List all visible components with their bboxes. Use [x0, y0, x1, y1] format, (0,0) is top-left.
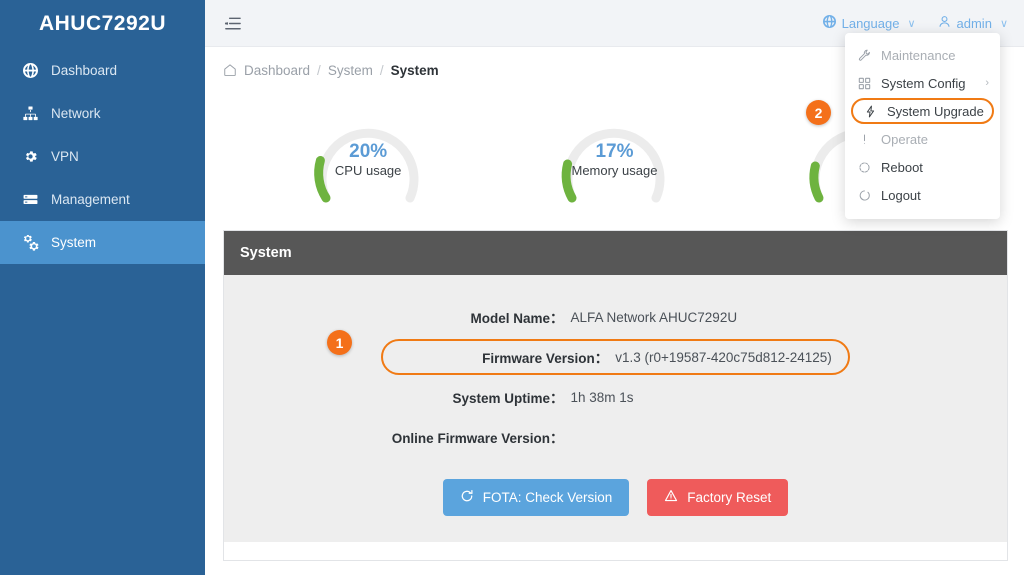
topbar-actions: Language ∨ admin ∨ [822, 15, 1008, 31]
refresh-icon [460, 489, 474, 506]
panel-body: Model Name： ALFA Network AHUC7292U Firmw… [224, 275, 1007, 542]
online-firmware-version-label: Online Firmware Version： [391, 431, 564, 446]
sitemap-icon [22, 105, 39, 122]
globe-icon [22, 62, 39, 79]
firmware-version-highlight: Firmware Version： v1.3 (r0+19587-420c75d… [381, 339, 850, 375]
firmware-version-label: Firmware Version： [482, 351, 609, 366]
gauge-cpu-usage: 20% CPU usage [306, 94, 430, 212]
gauge-text: 20% CPU usage [335, 140, 401, 181]
language-selector[interactable]: Language ∨ [822, 15, 916, 31]
gauge-label: CPU usage [334, 163, 402, 179]
menu-group-maintenance: Maintenance [845, 41, 1000, 69]
gauge-memory-usage: 17% Memory usage [552, 94, 676, 212]
app-root: AHUC7292U Dashboard Network VPN Manageme… [0, 0, 1024, 575]
home-icon [223, 63, 237, 77]
breadcrumb-separator: / [317, 62, 321, 78]
menu-item-label: System Config [881, 75, 966, 91]
menu-item-label: Logout [881, 187, 921, 203]
sidebar-item-label: System [51, 235, 97, 250]
system-panel: System Model Name： ALFA Network AHUC7292… [223, 230, 1008, 561]
breadcrumb-item-current: System [390, 62, 439, 78]
menu-item-label: System Upgrade [887, 103, 984, 119]
annotation-badge-2: 2 [806, 100, 831, 125]
menu-item-label: Maintenance [881, 47, 956, 63]
sidebar-item-dashboard[interactable]: Dashboard [0, 49, 205, 92]
panel-title: System [224, 231, 1007, 275]
collapse-menu-icon[interactable] [219, 10, 245, 36]
gear-icon [22, 148, 39, 165]
system-uptime-value: 1h 38m 1s [570, 389, 634, 405]
fota-check-version-button[interactable]: FOTA: Check Version [442, 479, 630, 516]
breadcrumb-item-dashboard[interactable]: Dashboard [244, 63, 310, 78]
gauge-text: 17% Memory usage [571, 140, 657, 181]
online-firmware-version-row: Online Firmware Version： [224, 417, 1007, 457]
sidebar-item-label: Network [51, 106, 101, 121]
breadcrumb-separator: / [379, 62, 384, 78]
system-uptime-row: System Uptime： 1h 38m 1s [224, 377, 1007, 417]
user-icon [938, 15, 951, 31]
system-panel-wrapper: System Model Name： ALFA Network AHUC7292… [205, 218, 1024, 561]
server-icon [22, 191, 39, 208]
main-content: Language ∨ admin ∨ Dashboard / System / … [205, 0, 1024, 575]
system-uptime-label: System Uptime： [452, 391, 564, 406]
user-menu[interactable]: admin ∨ [938, 15, 1008, 31]
menu-item-logout[interactable]: Logout [845, 181, 1000, 209]
sidebar-item-system[interactable]: System [0, 221, 205, 264]
chevron-down-icon: ∨ [999, 17, 1008, 30]
chevron-right-icon: › [985, 77, 989, 89]
sidebar-item-label: Management [51, 192, 130, 207]
sidebar-item-network[interactable]: Network [0, 92, 205, 135]
user-dropdown-menu: Maintenance System Config › System Upgra… [845, 33, 1000, 219]
panel-button-row: FOTA: Check Version Factory Reset [224, 457, 1007, 542]
sidebar-item-vpn[interactable]: VPN [0, 135, 205, 178]
firmware-version-value: v1.3 (r0+19587-420c75d812-24125) [615, 349, 832, 365]
panel-footer [224, 542, 1007, 560]
button-label: FOTA: Check Version [482, 490, 613, 505]
language-label: Language [841, 15, 900, 31]
menu-item-reboot[interactable]: Reboot [845, 153, 1000, 181]
menu-item-system-upgrade[interactable]: System Upgrade [851, 98, 994, 124]
menu-group-operate: Operate [845, 125, 1000, 153]
button-label: Factory Reset [687, 490, 772, 505]
refresh-icon [856, 161, 872, 174]
exclamation-icon [856, 133, 872, 146]
menu-item-label: Reboot [881, 159, 923, 175]
gears-icon [22, 234, 39, 251]
user-label: admin [956, 15, 992, 31]
grid-icon [856, 77, 872, 90]
wrench-icon [856, 49, 872, 62]
menu-item-system-config[interactable]: System Config › [845, 69, 1000, 97]
factory-reset-button[interactable]: Factory Reset [647, 479, 789, 516]
sidebar-item-management[interactable]: Management [0, 178, 205, 221]
sidebar: AHUC7292U Dashboard Network VPN Manageme… [0, 0, 205, 575]
chevron-down-icon: ∨ [907, 17, 916, 30]
warning-triangle-icon [664, 489, 678, 506]
model-name-value: ALFA Network AHUC7292U [570, 309, 738, 325]
globe-icon [822, 15, 836, 31]
model-name-label: Model Name： [470, 311, 564, 326]
gauge-value: 17% [595, 140, 634, 162]
breadcrumb-item-system[interactable]: System [328, 63, 373, 78]
menu-item-label: Operate [881, 131, 928, 147]
gauge-value: 20% [349, 140, 388, 162]
bolt-icon [862, 105, 878, 118]
gauge-label: Memory usage [571, 163, 658, 179]
sidebar-item-label: VPN [51, 149, 79, 164]
annotation-badge-1: 1 [327, 330, 352, 355]
refresh-icon [856, 189, 872, 202]
sidebar-nav: Dashboard Network VPN Management System [0, 49, 205, 264]
brand-title: AHUC7292U [38, 11, 167, 35]
sidebar-item-label: Dashboard [51, 63, 118, 78]
